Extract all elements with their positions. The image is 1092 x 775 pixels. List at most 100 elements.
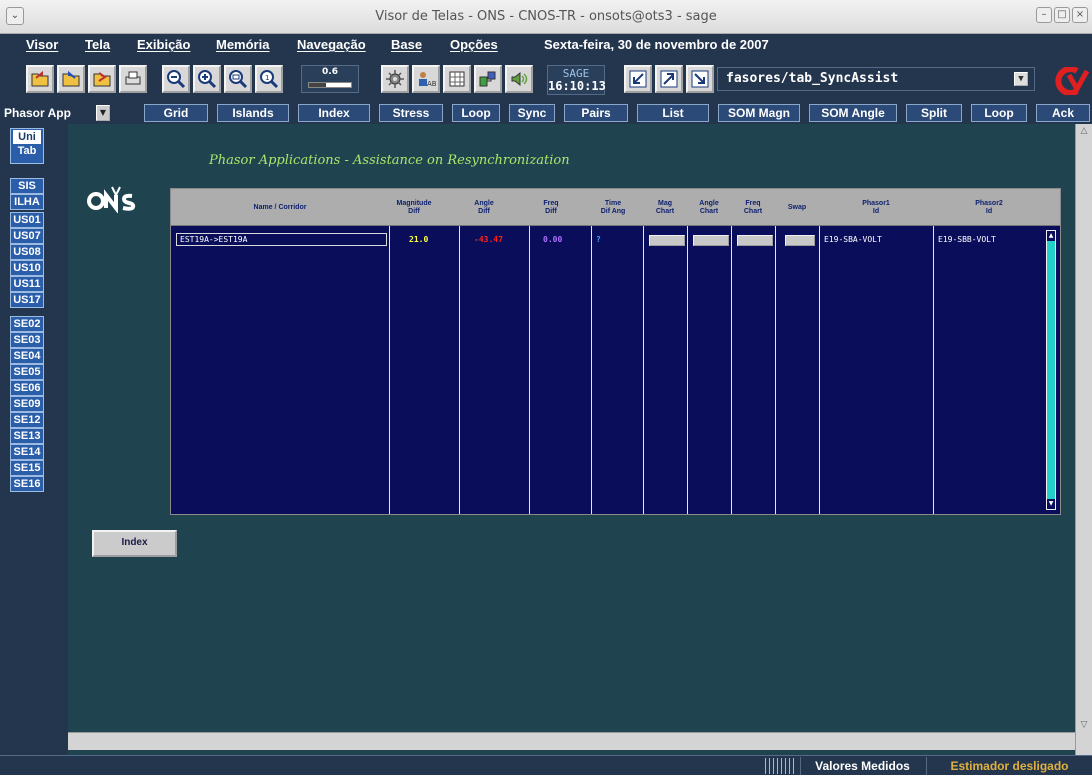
tab-stress[interactable]: Stress — [379, 104, 443, 122]
zoom-value: 0.6 — [322, 67, 338, 77]
app-selector[interactable]: Phasor App — [2, 104, 86, 122]
network-icon[interactable] — [474, 65, 502, 93]
header-phasor2: Phasor2 Id — [975, 199, 1003, 215]
sidebar-item-se09[interactable]: SE09 — [10, 396, 44, 412]
zoom-slider-fill — [309, 83, 326, 87]
back-file-icon[interactable] — [57, 65, 85, 93]
status-estimator[interactable]: Estimador desligado — [926, 757, 1092, 775]
menu-base[interactable]: Base — [391, 37, 422, 52]
sidebar-tab-label: Tab — [17, 145, 37, 157]
tab-som-magn[interactable]: SOM Magn — [718, 104, 800, 122]
header-angle-diff: Angle Diff — [474, 199, 494, 215]
forward-file-icon[interactable] — [88, 65, 116, 93]
sidebar-item-se12[interactable]: SE12 — [10, 412, 44, 428]
tab-loop-2[interactable]: Loop — [971, 104, 1027, 122]
sidebar-item-us10[interactable]: US10 — [10, 260, 44, 276]
sidebar-item-sis[interactable]: SIS — [10, 178, 44, 194]
tab-grid[interactable]: Grid — [144, 104, 208, 122]
svg-text:AB: AB — [427, 80, 436, 88]
sidebar-item-se14[interactable]: SE14 — [10, 444, 44, 460]
menu-tela[interactable]: Tela — [85, 37, 110, 52]
header-name: Name / Corridor — [253, 203, 307, 211]
print-icon[interactable] — [119, 65, 147, 93]
sidebar-uni-tab[interactable]: Uni Tab — [10, 128, 44, 164]
horizontal-scrollbar[interactable] — [68, 732, 1075, 750]
tab-islands[interactable]: Islands — [217, 104, 289, 122]
column-divider — [731, 226, 732, 514]
sidebar-item-us08[interactable]: US08 — [10, 244, 44, 260]
settings-gear-icon[interactable] — [381, 65, 409, 93]
tab-list[interactable]: List — [637, 104, 709, 122]
angle-chart-button[interactable] — [693, 235, 729, 246]
sage-clock: SAGE 16:10:13 — [547, 65, 606, 95]
zoom-fit-icon[interactable] — [224, 65, 252, 93]
sidebar-item-us11[interactable]: US11 — [10, 276, 44, 292]
sidebar-item-ilha[interactable]: ILHA — [10, 194, 44, 210]
menu-opcoes[interactable]: Opções — [450, 37, 498, 52]
sidebar-item-se03[interactable]: SE03 — [10, 332, 44, 348]
sidebar: Uni Tab SIS ILHA US01 US07 US08 US10 US11 US17 S… — [0, 124, 68, 756]
sidebar-item-se16[interactable]: SE16 — [10, 476, 44, 492]
tab-pairs[interactable]: Pairs — [564, 104, 628, 122]
menu-memoria[interactable]: Memória — [216, 37, 269, 52]
open-file-icon[interactable] — [26, 65, 54, 93]
tab-split[interactable]: Split — [906, 104, 962, 122]
scroll-up-icon[interactable]: ▲ — [1047, 231, 1055, 241]
column-divider — [591, 226, 592, 514]
tab-ack[interactable]: Ack — [1036, 104, 1090, 122]
row-mag-diff: 21.0 — [409, 235, 429, 244]
minimize-icon[interactable]: – — [1036, 7, 1052, 23]
header-time-dif: Time Dif Ang — [600, 199, 626, 215]
freq-chart-button[interactable] — [737, 235, 773, 246]
header-freq-diff: Freq Diff — [543, 199, 559, 215]
cv-logo-icon — [1055, 67, 1089, 95]
header-angle-chart: Angle Chart — [699, 199, 719, 215]
sidebar-item-se02[interactable]: SE02 — [10, 316, 44, 332]
sidebar-item-se15[interactable]: SE15 — [10, 460, 44, 476]
sound-icon[interactable] — [505, 65, 533, 93]
zoom-out-icon[interactable] — [162, 65, 190, 93]
nav-down-right-icon[interactable] — [686, 65, 714, 93]
table-icon[interactable] — [443, 65, 471, 93]
vertical-scrollbar[interactable]: △ ▽ — [1075, 124, 1092, 756]
zoom-reset-icon[interactable]: 1 — [255, 65, 283, 93]
mag-chart-button[interactable] — [649, 235, 685, 246]
tab-som-angle[interactable]: SOM Angle — [809, 104, 897, 122]
zoom-slider[interactable]: 0.6 — [301, 65, 359, 93]
sidebar-item-us17[interactable]: US17 — [10, 292, 44, 308]
header-freq-chart: Freq Chart — [743, 199, 763, 215]
sidebar-item-se05[interactable]: SE05 — [10, 364, 44, 380]
header-swap: Swap — [787, 203, 807, 211]
scroll-up-icon[interactable]: △ — [1077, 126, 1091, 140]
nav-up-right-icon[interactable] — [655, 65, 683, 93]
nav-down-left-icon[interactable] — [624, 65, 652, 93]
status-measured[interactable]: Valores Medidos — [800, 757, 924, 775]
tab-loop[interactable]: Loop — [452, 104, 500, 122]
sidebar-item-se04[interactable]: SE04 — [10, 348, 44, 364]
sidebar-item-us07[interactable]: US07 — [10, 228, 44, 244]
close-icon[interactable]: × — [1072, 7, 1088, 23]
display-path-select[interactable]: fasores/tab_SyncAssist ▼ — [717, 67, 1035, 91]
swap-button[interactable] — [785, 235, 815, 246]
sidebar-item-se06[interactable]: SE06 — [10, 380, 44, 396]
menu-visor[interactable]: Visor — [26, 37, 58, 52]
index-button[interactable]: Index — [92, 530, 177, 557]
tab-index[interactable]: Index — [298, 104, 370, 122]
app-selector-chevron-icon[interactable]: ▼ — [96, 105, 110, 121]
sidebar-item-us01[interactable]: US01 — [10, 212, 44, 228]
sidebar-item-se13[interactable]: SE13 — [10, 428, 44, 444]
chevron-down-icon[interactable]: ▼ — [1014, 72, 1028, 86]
zoom-in-icon[interactable] — [193, 65, 221, 93]
row-phasor1: E19-SBA-VOLT — [824, 235, 882, 244]
menu-navegacao[interactable]: Navegação — [297, 37, 366, 52]
row-name-field[interactable]: EST19A->EST19A — [176, 233, 387, 246]
scroll-down-icon[interactable]: ▽ — [1077, 720, 1091, 734]
scroll-down-icon[interactable]: ▼ — [1047, 499, 1055, 509]
table-scrollbar[interactable]: ▲ ▼ — [1046, 230, 1056, 510]
maximize-icon[interactable]: □ — [1054, 7, 1070, 23]
menu-exibicao[interactable]: Exibição — [137, 37, 190, 52]
users-icon[interactable]: AB — [412, 65, 440, 93]
tab-sync[interactable]: Sync — [509, 104, 555, 122]
toolbar: 1 0.6 AB SAGE 16:10:13 fasores/tab_SyncA… — [0, 57, 1092, 102]
clock-time: 16:10:13 — [548, 79, 606, 93]
